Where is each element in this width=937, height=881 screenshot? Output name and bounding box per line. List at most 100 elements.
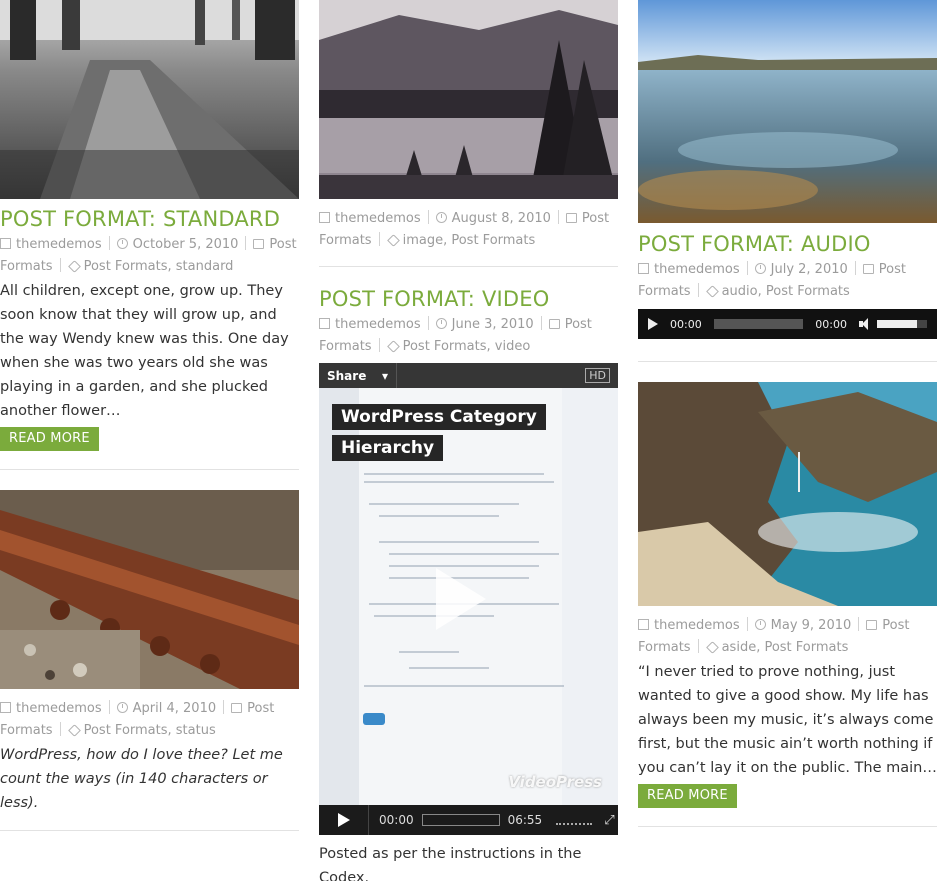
tag-icon xyxy=(386,234,400,247)
column-left: POST FORMAT: STANDARD themedemos October … xyxy=(0,0,299,831)
tag-icon xyxy=(705,285,719,298)
video-controls: 00:00 06:55 ⤢ xyxy=(319,805,618,835)
video-title: WordPress Category Hierarchy xyxy=(332,402,546,464)
post-thumbnail-rail[interactable] xyxy=(0,490,299,689)
post-category-cont[interactable]: Formats xyxy=(319,233,372,248)
share-label: Share xyxy=(327,368,367,383)
post-category-cont[interactable]: Formats xyxy=(0,723,53,738)
post-divider xyxy=(638,826,937,827)
post-date[interactable]: June 3, 2010 xyxy=(452,317,534,332)
post-date[interactable]: October 5, 2010 xyxy=(133,237,239,252)
clock-icon xyxy=(754,619,766,630)
clock-icon xyxy=(435,212,447,223)
post-category[interactable]: Post xyxy=(882,618,909,633)
post-category[interactable]: Post xyxy=(565,317,592,332)
author-icon xyxy=(0,238,11,249)
fullscreen-icon[interactable]: ⤢ xyxy=(604,813,614,828)
column-middle: themedemos August 8, 2010 Post Formats imag… xyxy=(319,0,618,881)
post-title-standard[interactable]: POST FORMAT: STANDARD xyxy=(0,206,299,232)
clock-icon xyxy=(116,238,128,249)
post-author[interactable]: themedemos xyxy=(654,618,740,633)
audio-seek-bar[interactable] xyxy=(713,319,804,329)
post-caption-video: Posted as per the instructions in the Co… xyxy=(319,846,582,881)
post-date[interactable]: August 8, 2010 xyxy=(452,211,551,226)
post-tags[interactable]: audio, Post Formats xyxy=(722,284,850,299)
post-author[interactable]: themedemos xyxy=(16,237,102,252)
post-meta-video: themedemos June 3, 2010 Post Formats Post F… xyxy=(319,314,618,358)
column-right: POST FORMAT: AUDIO themedemos July 2, 201… xyxy=(638,0,937,827)
post-thumbnail-lake[interactable] xyxy=(319,0,618,199)
post-category[interactable]: Post xyxy=(582,211,609,226)
post-excerpt-standard: All children, except one, grow up. They … xyxy=(0,283,289,419)
read-more-button[interactable]: READ MORE xyxy=(638,784,737,808)
folder-icon xyxy=(565,213,577,223)
post-category[interactable]: Post xyxy=(269,237,296,252)
post-author[interactable]: themedemos xyxy=(335,211,421,226)
post-divider xyxy=(0,830,299,831)
post-excerpt-status: WordPress, how do I love thee? Let me co… xyxy=(0,747,283,811)
post-author[interactable]: themedemos xyxy=(16,701,102,716)
audio-player: 00:00 00:00 xyxy=(638,309,937,339)
video-player[interactable]: Share ▾ HD WordPress Category Hierarchy … xyxy=(319,363,618,835)
post-divider xyxy=(638,361,937,362)
post-category-cont[interactable]: Formats xyxy=(319,339,372,354)
tag-icon xyxy=(386,340,400,353)
post-title-audio[interactable]: POST FORMAT: AUDIO xyxy=(638,231,937,257)
post-tags[interactable]: Post Formats, status xyxy=(84,723,216,738)
share-button[interactable]: Share ▾ xyxy=(319,363,397,388)
post-meta-aside: themedemos May 9, 2010 Post Formats aside, … xyxy=(638,615,937,659)
post-thumbnail-cove[interactable] xyxy=(638,382,937,606)
video-seek-bar[interactable] xyxy=(421,814,500,826)
post-meta-audio: themedemos July 2, 2010 Post Formats audio,… xyxy=(638,259,937,303)
folder-icon xyxy=(866,620,878,630)
play-button[interactable] xyxy=(319,805,369,835)
audio-time-current: 00:00 xyxy=(670,317,702,331)
post-category[interactable]: Post xyxy=(247,701,274,716)
volume-slider[interactable] xyxy=(877,320,927,328)
tag-icon xyxy=(67,260,81,273)
post-thumbnail-forest-path[interactable] xyxy=(0,0,299,199)
post-author[interactable]: themedemos xyxy=(335,317,421,332)
volume-icon[interactable] xyxy=(859,318,871,330)
play-icon[interactable] xyxy=(648,318,658,330)
tag-icon xyxy=(67,724,81,737)
hd-toggle[interactable]: HD xyxy=(585,368,610,383)
tag-icon xyxy=(705,641,719,654)
video-topbar: Share ▾ HD xyxy=(319,363,618,388)
post-date[interactable]: April 4, 2010 xyxy=(133,701,216,716)
post-date[interactable]: July 2, 2010 xyxy=(771,262,848,277)
post-author[interactable]: themedemos xyxy=(654,262,740,277)
post-tags[interactable]: Post Formats, video xyxy=(403,339,531,354)
clock-icon xyxy=(754,263,766,274)
post-tags[interactable]: image, Post Formats xyxy=(403,233,536,248)
video-title-line1: WordPress Category xyxy=(332,404,546,430)
post-category-cont[interactable]: Formats xyxy=(0,259,53,274)
post-tags[interactable]: aside, Post Formats xyxy=(722,640,849,655)
big-play-icon[interactable] xyxy=(436,568,486,630)
video-time-current: 00:00 xyxy=(379,813,414,827)
video-watermark: VideoPress xyxy=(508,773,602,791)
video-time-total: 06:55 xyxy=(507,813,543,827)
post-category[interactable]: Post xyxy=(879,262,906,277)
folder-icon xyxy=(548,319,560,329)
volume-slider[interactable] xyxy=(556,815,593,825)
audio-time-total: 00:00 xyxy=(815,317,847,331)
video-title-line2: Hierarchy xyxy=(332,435,444,461)
post-excerpt-aside: “I never tried to prove nothing, just wa… xyxy=(638,664,937,776)
read-more-button[interactable]: READ MORE xyxy=(0,427,99,451)
post-title-video[interactable]: POST FORMAT: VIDEO xyxy=(319,286,618,312)
folder-icon xyxy=(253,239,265,249)
author-icon xyxy=(0,702,11,713)
post-date[interactable]: May 9, 2010 xyxy=(771,618,852,633)
author-icon xyxy=(319,318,330,329)
post-meta-status: themedemos April 4, 2010 Post Formats Post … xyxy=(0,698,299,742)
post-thumbnail-water[interactable] xyxy=(638,0,937,223)
post-category-cont[interactable]: Formats xyxy=(638,640,691,655)
folder-icon xyxy=(862,264,874,274)
post-meta-image: themedemos August 8, 2010 Post Formats imag… xyxy=(319,208,618,252)
author-icon xyxy=(638,263,649,274)
post-divider xyxy=(0,469,299,470)
chevron-down-icon: ▾ xyxy=(381,368,388,383)
post-tags[interactable]: Post Formats, standard xyxy=(84,259,234,274)
post-category-cont[interactable]: Formats xyxy=(638,284,691,299)
